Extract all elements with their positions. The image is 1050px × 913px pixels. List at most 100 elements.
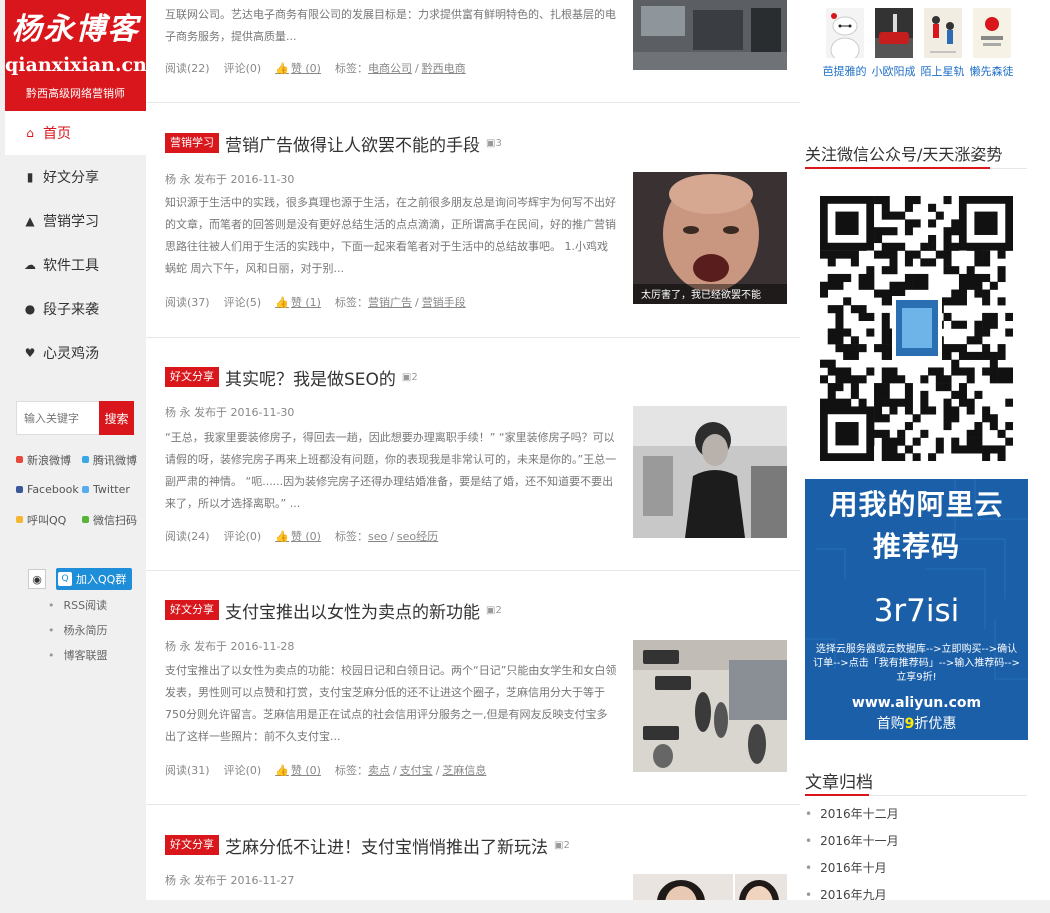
views-count: 阅读(37) <box>165 296 210 309</box>
category-badge[interactable]: 好文分享 <box>165 600 219 620</box>
tag-link[interactable]: 营销手段 <box>422 294 466 310</box>
image-count-icon: ▣3 <box>486 137 502 149</box>
visitor-card[interactable]: 懒先森徒 <box>967 8 1016 79</box>
like-button[interactable]: 👍 赞 (0) <box>275 528 321 544</box>
visitor-name: 陌上星轨 <box>920 65 965 78</box>
nav-item-soup[interactable]: ♥ 心灵鸡汤 <box>5 331 146 375</box>
social-qq[interactable]: 呼叫QQ <box>16 513 82 527</box>
post-excerpt: “王总，我家里要装修房子，得回去一趟，因此想要办理离职手续！” “家里装修房子吗… <box>165 431 617 510</box>
image-count: 2 <box>411 371 418 383</box>
social-facebook[interactable]: Facebook <box>16 483 82 496</box>
image-count: 3 <box>495 137 502 149</box>
archive-list: 2016年十二月 2016年十一月 2016年十月 2016年九月 <box>805 805 899 913</box>
side-link-rss[interactable]: RSS阅读 <box>48 599 108 624</box>
post-title-row: 好文分享 支付宝推出以女性为卖点的新功能 ▣2 <box>165 598 502 623</box>
visitor-card[interactable]: 芭提雅的 <box>820 8 869 79</box>
post-title[interactable]: 其实呢？我是做SEO的 <box>225 365 396 390</box>
chat-bubble-icon: ● <box>24 302 36 316</box>
post-title-row: 好文分享 芝麻分低不让进！支付宝悄悄推出了新玩法 ▣2 <box>165 833 570 858</box>
social-wechat[interactable]: 微信扫码 <box>82 513 141 527</box>
join-qq-label: 加入QQ群 <box>76 573 127 586</box>
social-twitter[interactable]: Twitter <box>82 483 141 496</box>
comments-count[interactable]: 评论(5) <box>224 294 262 310</box>
archive-item[interactable]: 2016年十一月 <box>805 832 899 859</box>
comments-count[interactable]: 评论(0) <box>224 60 262 76</box>
visitor-card[interactable]: 陌上星轨 <box>918 8 967 79</box>
search-input[interactable] <box>16 401 99 435</box>
tag-link[interactable]: 支付宝 <box>400 762 433 778</box>
like-button[interactable]: 👍 赞 (0) <box>275 60 321 76</box>
archive-item[interactable]: 2016年十月 <box>805 859 899 886</box>
archive-widget-title: 文章归档 <box>805 773 873 793</box>
tag-link[interactable]: seo经历 <box>397 528 438 544</box>
category-badge[interactable]: 好文分享 <box>165 367 219 387</box>
visitor-card[interactable]: 小欧阳成 <box>869 8 918 79</box>
like-button[interactable]: 👍 赞 (1) <box>275 294 321 310</box>
logo-tagline: 黔西高级网络营销师 <box>26 87 125 100</box>
tag-link[interactable]: 卖点 <box>368 762 390 778</box>
post-card: 营销学习 营销广告做得让人欲罢不能的手段 ▣3 杨 永 发布于 2016-11-… <box>146 103 800 338</box>
figure-avatar-icon <box>923 8 962 58</box>
tags-label: 标签： <box>334 764 368 777</box>
like-button[interactable]: 👍 赞 (0) <box>275 762 321 778</box>
tag-link[interactable]: 电商公司 <box>368 60 412 76</box>
office-photo-image <box>633 0 787 70</box>
promo-headline: 用我的阿里云 <box>829 488 1004 521</box>
thumbs-up-icon: 👍 <box>275 62 289 75</box>
post-title[interactable]: 营销广告做得让人欲罢不能的手段 <box>225 131 480 156</box>
social-label: 呼叫QQ <box>27 513 67 527</box>
widget-underline <box>805 167 990 169</box>
post-card: 互联网公司。艺达电子商务有限公司的发展目标是：力求提供富有鲜明特色的、扎根基层的… <box>146 0 800 103</box>
post-thumbnail[interactable] <box>633 406 787 538</box>
aliyun-promo-banner[interactable]: 用我的阿里云 推荐码 3r7isi 选择云服务器或云数据库-->立即购买-->确… <box>805 479 1028 740</box>
promo-code: 3r7isi <box>873 593 960 629</box>
comments-count[interactable]: 评论(0) <box>224 528 262 544</box>
nav-item-articles[interactable]: ▮ 好文分享 <box>5 155 146 199</box>
site-logo[interactable]: 杨永博客 qianxixian.cn 黔西高级网络营销师 <box>5 0 146 111</box>
wechat-widget-title: 关注微信公众号/天天涨姿势 <box>805 145 1003 164</box>
tag-link[interactable]: seo <box>368 530 387 543</box>
post-thumbnail[interactable]: 太厉害了，我已经欲罢不能 <box>633 172 787 304</box>
nav-item-home[interactable]: ⌂ 首页 <box>5 111 146 155</box>
thumbs-up-icon: 👍 <box>275 764 289 777</box>
side-link-blog-union[interactable]: 博客联盟 <box>48 649 108 674</box>
social-tencent-weibo[interactable]: 腾讯微博 <box>82 453 141 467</box>
post-thumbnail[interactable] <box>633 874 787 900</box>
join-qq-button[interactable]: Q 加入QQ群 <box>56 568 133 590</box>
tag-link[interactable]: 黔西电商 <box>422 60 466 76</box>
post-card: 好文分享 支付宝推出以女性为卖点的新功能 ▣2 杨 永 发布于 2016-11-… <box>146 571 800 805</box>
image-count-icon: ▣2 <box>554 839 570 851</box>
social-label: 腾讯微博 <box>93 453 137 467</box>
post-title[interactable]: 支付宝推出以女性为卖点的新功能 <box>225 598 480 623</box>
post-title[interactable]: 芝麻分低不让进！支付宝悄悄推出了新玩法 <box>225 833 548 858</box>
post-thumbnail[interactable] <box>633 640 787 772</box>
tags-label: 标签： <box>334 62 368 75</box>
like-count: 赞 (0) <box>290 764 321 777</box>
tag-link[interactable]: 营销广告 <box>368 294 412 310</box>
nav-label: 段子来袭 <box>43 302 99 318</box>
nav-item-marketing[interactable]: ▲ 营销学习 <box>5 199 146 243</box>
social-label: 微信扫码 <box>93 513 137 527</box>
archive-item[interactable]: 2016年十二月 <box>805 805 899 832</box>
side-link-resume[interactable]: 杨永简历 <box>48 624 108 649</box>
nav-item-jokes[interactable]: ● 段子来袭 <box>5 287 146 331</box>
post-excerpt: 知识源于生活中的实践，很多真理也源于生活，在之前很多朋友总是询问岑辉宇为何写不出… <box>165 196 616 275</box>
search-button[interactable]: 搜索 <box>99 401 134 435</box>
home-icon: ⌂ <box>26 126 34 140</box>
qq-icon <box>16 516 23 523</box>
tag-link[interactable]: 芝麻信息 <box>442 762 486 778</box>
social-label: Facebook <box>27 483 79 496</box>
social-weibo[interactable]: 新浪微博 <box>16 453 82 467</box>
recent-visitors: 芭提雅的 小欧阳成 陌上星轨 懒先森徒 <box>820 8 1016 79</box>
comments-count[interactable]: 评论(0) <box>224 762 262 778</box>
nav-item-software[interactable]: ☁ 软件工具 <box>5 243 146 287</box>
book-icon: ▮ <box>26 170 34 184</box>
category-badge[interactable]: 营销学习 <box>165 133 219 153</box>
nav-label: 好文分享 <box>43 170 99 186</box>
category-badge[interactable]: 好文分享 <box>165 835 219 855</box>
heart-icon: ♥ <box>24 346 36 360</box>
post-stats: 阅读(24) 评论(0) 👍 赞 (0) 标签： seo / seo经历 <box>165 528 439 544</box>
discount-suffix: 折优惠 <box>914 716 957 732</box>
post-thumbnail[interactable] <box>633 0 787 70</box>
qq-penguin-icon[interactable]: ◉ <box>28 569 46 589</box>
